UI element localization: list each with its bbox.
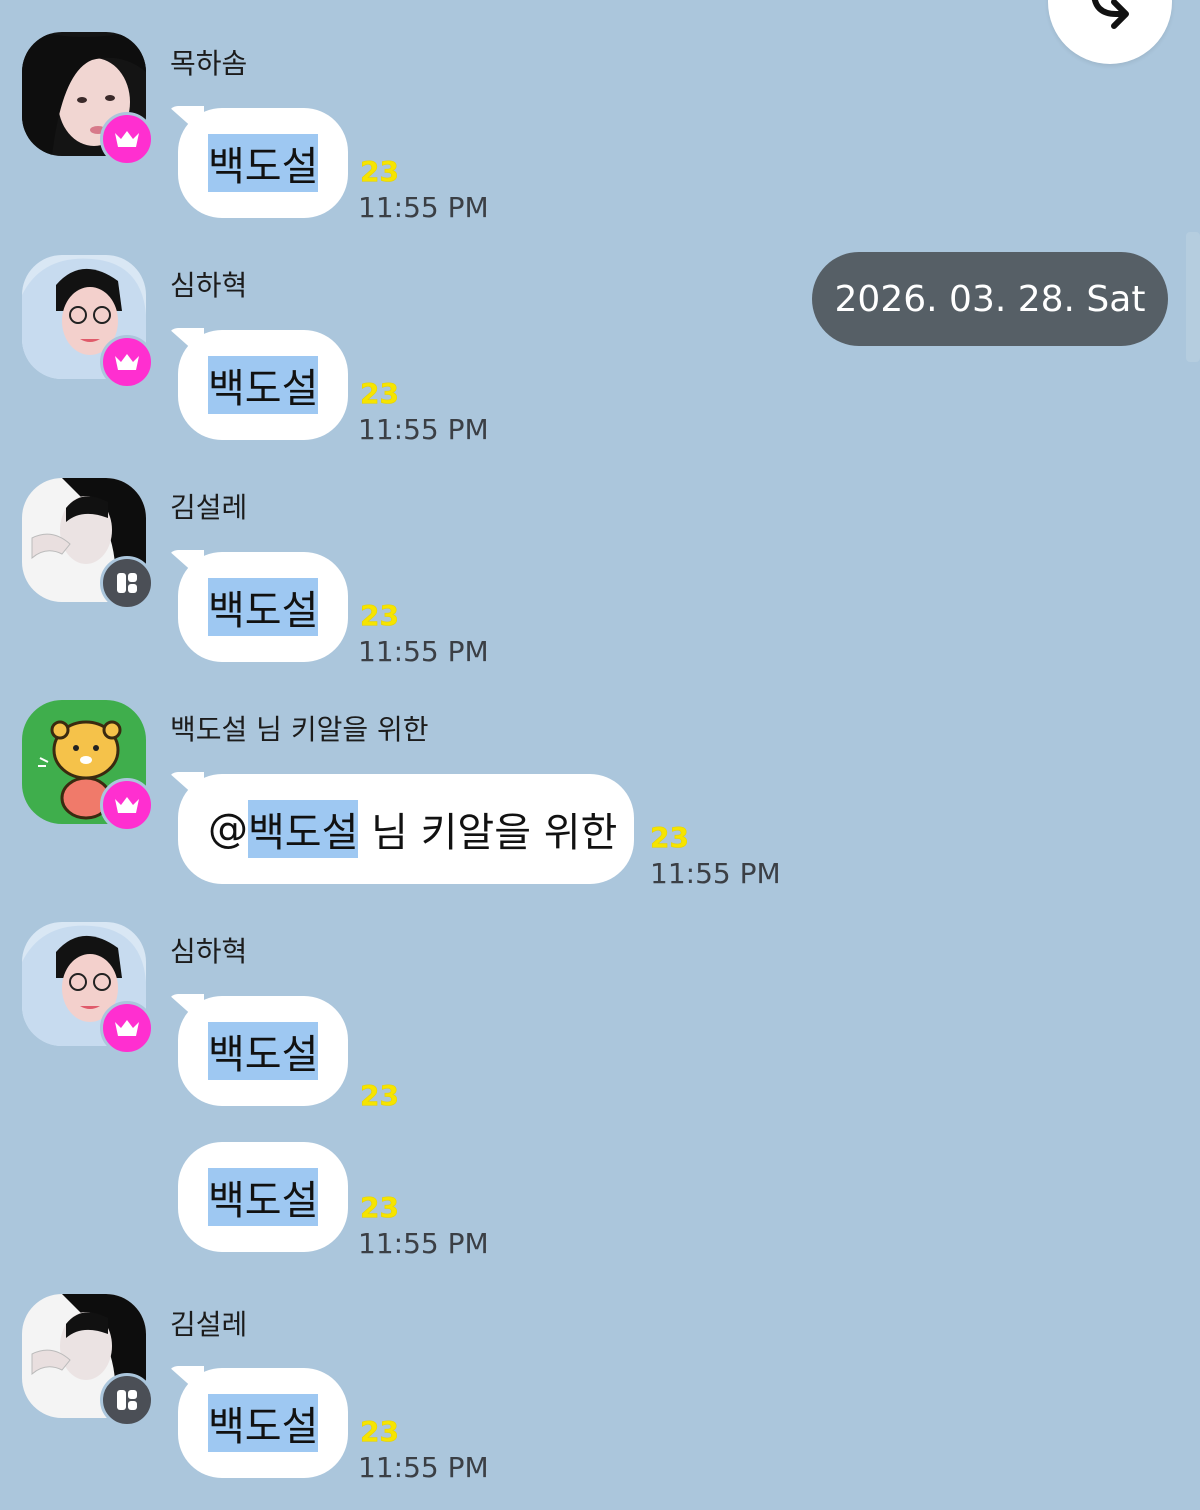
unread-count: 23 xyxy=(360,1079,399,1112)
sender-name: 심하혁 xyxy=(170,935,248,968)
unread-count: 23 xyxy=(360,155,399,188)
timestamp: 11:55 PM xyxy=(650,857,781,890)
unread-count: 23 xyxy=(360,1415,399,1448)
timestamp: 11:55 PM xyxy=(358,1227,489,1260)
message-text: 백도설 xyxy=(208,1394,319,1452)
message-bubble[interactable]: 백도설 xyxy=(178,1368,349,1478)
share-arrow-icon xyxy=(1091,0,1129,29)
unread-count: 23 xyxy=(650,821,689,854)
message-text: 백도설 xyxy=(208,134,319,192)
mention-prefix: @ xyxy=(208,806,248,852)
timestamp: 11:55 PM xyxy=(358,191,489,224)
share-button[interactable] xyxy=(1048,0,1172,64)
message-bubble[interactable]: 백도설 xyxy=(178,330,349,440)
sender-name: 김설레 xyxy=(170,491,248,524)
message-text: 백도설 xyxy=(208,356,319,414)
sender-name: 백도설 님 키알을 위한 xyxy=(170,713,429,746)
crown-icon xyxy=(100,1001,154,1055)
message-bubble[interactable]: 백도설 xyxy=(178,108,349,218)
timestamp: 11:55 PM xyxy=(358,635,489,668)
unread-count: 23 xyxy=(360,377,399,410)
message-bubble[interactable]: 백도설 xyxy=(178,552,349,662)
manager-icon xyxy=(100,1373,154,1427)
message-text: 님 키알을 위한 xyxy=(358,810,618,856)
sender-name: 김설레 xyxy=(170,1308,248,1341)
message-bubble[interactable]: 백도설 xyxy=(178,1142,349,1252)
timestamp: 11:55 PM xyxy=(358,1451,489,1484)
mention-text[interactable]: 백도설 xyxy=(248,800,359,858)
crown-icon xyxy=(100,335,154,389)
unread-count: 23 xyxy=(360,599,399,632)
message-text: 백도설 xyxy=(208,1168,319,1226)
crown-icon xyxy=(100,112,154,166)
timestamp: 11:55 PM xyxy=(358,413,489,446)
date-separator: 2026. 03. 28. Sat xyxy=(812,252,1168,346)
message-text: 백도설 xyxy=(208,1022,319,1080)
message-bubble[interactable]: @ 백도설 님 키알을 위한 xyxy=(178,774,634,884)
sender-name: 목하솜 xyxy=(170,47,248,80)
message-text: 백도설 xyxy=(208,578,319,636)
crown-icon xyxy=(100,778,154,832)
manager-icon xyxy=(100,556,154,610)
unread-count: 23 xyxy=(360,1191,399,1224)
message-bubble[interactable]: 백도설 xyxy=(178,996,349,1106)
scrollbar-thumb[interactable] xyxy=(1186,232,1200,362)
sender-name: 심하혁 xyxy=(170,269,248,302)
